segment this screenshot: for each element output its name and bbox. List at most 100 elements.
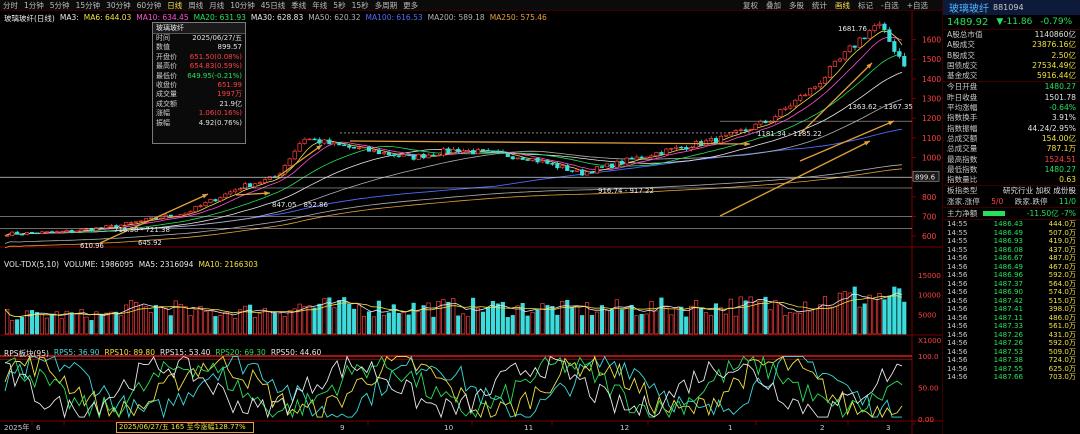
volume-bar bbox=[471, 297, 476, 335]
volume-bar bbox=[649, 300, 654, 335]
volume-bar bbox=[371, 316, 377, 335]
volume-bar bbox=[401, 312, 406, 335]
chart-action-button[interactable]: +自选 bbox=[903, 0, 932, 11]
volume-bar bbox=[297, 303, 302, 335]
legend-ma30: MA30: 628.83 bbox=[250, 13, 304, 22]
volume-bar bbox=[604, 310, 609, 335]
period-tab[interactable]: 多周期 bbox=[372, 0, 401, 11]
candle-body bbox=[307, 138, 312, 141]
candle-body bbox=[24, 232, 30, 235]
candle-body bbox=[109, 225, 114, 227]
candle-body bbox=[252, 183, 258, 187]
market-stat-row: 基金成交 5916.44亿 bbox=[943, 71, 1080, 81]
popup-value: 1.06(0.16%) bbox=[198, 109, 242, 118]
candle-body bbox=[198, 205, 203, 207]
period-tab[interactable]: 15秒 bbox=[349, 0, 372, 11]
volume-bar bbox=[837, 292, 842, 335]
chart-action-button[interactable]: -自选 bbox=[877, 0, 903, 11]
volume-bar bbox=[312, 307, 317, 335]
chart-action-button[interactable]: 多股 bbox=[785, 0, 808, 11]
period-tab[interactable]: 更多 bbox=[400, 0, 421, 11]
period-tab[interactable]: 月线 bbox=[206, 0, 227, 11]
volume-bar bbox=[148, 312, 154, 335]
volume-bar bbox=[143, 306, 149, 335]
quote-row: 最高指数 1524.51 bbox=[943, 155, 1080, 165]
candle-body bbox=[44, 231, 49, 233]
popup-row: 振幅 4.92(0.76%) bbox=[153, 119, 245, 128]
candle-body bbox=[540, 160, 545, 163]
candle-body bbox=[525, 159, 530, 161]
kline-chart[interactable]: 1600150014001300120011001000900800700600… bbox=[0, 11, 942, 434]
volume-bar bbox=[743, 300, 748, 335]
volume-bar bbox=[857, 306, 862, 335]
range-label: 916.74 - 917.22 bbox=[598, 187, 654, 195]
candle-body bbox=[411, 154, 416, 160]
candle-body bbox=[158, 217, 163, 220]
period-tabs: 分时 1分钟 5分钟 15分钟 30分钟 60分钟 日线 周线 月线 10分钟 45日线 季线 年线 5秒… bbox=[0, 0, 421, 11]
candle-body bbox=[708, 138, 714, 142]
legend-ma250: MA250: 575.46 bbox=[489, 13, 547, 22]
volume-bar bbox=[624, 307, 629, 335]
high-label: 1681.76 bbox=[838, 25, 867, 33]
volume-bar bbox=[788, 312, 793, 335]
period-tab[interactable]: 分时 bbox=[0, 0, 21, 11]
volume-bar bbox=[882, 299, 887, 335]
period-tab[interactable]: 15分钟 bbox=[73, 0, 104, 11]
candle-body bbox=[475, 149, 481, 155]
popup-key: 振幅 bbox=[156, 118, 170, 127]
candle-body bbox=[376, 149, 382, 155]
volume-bar bbox=[223, 311, 228, 335]
popup-value: 4.92(0.76%) bbox=[198, 118, 242, 127]
panel-title: 玻璃玻纤 881094 bbox=[943, 0, 1080, 15]
period-tab[interactable]: 周线 bbox=[185, 0, 206, 11]
candle-body bbox=[138, 220, 144, 223]
stat-label: 最低指数 bbox=[947, 164, 978, 174]
volume-bar bbox=[461, 313, 466, 335]
stat-label: 指数振幅 bbox=[947, 123, 978, 133]
price-tick-label: 1000 bbox=[922, 154, 941, 163]
candle-body bbox=[847, 45, 852, 52]
volume-bar bbox=[589, 315, 595, 335]
stat-value: 0.63 bbox=[1059, 175, 1076, 185]
volume-bar bbox=[827, 306, 833, 335]
volume-bar bbox=[163, 308, 168, 335]
volume-bar bbox=[733, 315, 738, 335]
period-tab[interactable]: 年线 bbox=[309, 0, 330, 11]
tick-list[interactable]: 14:55 1486.43 444.0万 14:55 1486.49 507.0万 14:5… bbox=[943, 220, 1080, 382]
volume-bar bbox=[109, 311, 114, 335]
period-tab[interactable]: 1分钟 bbox=[21, 0, 47, 11]
chart-action-button[interactable]: 叠加 bbox=[762, 0, 785, 11]
chart-canvas[interactable]: 1600150014001300120011001000900800700600… bbox=[0, 11, 942, 434]
candle-body bbox=[371, 149, 377, 152]
chart-action-button[interactable]: 画线 bbox=[831, 0, 854, 11]
chart-action-button[interactable]: 复权 bbox=[739, 0, 762, 11]
period-tab[interactable]: 日线 bbox=[164, 0, 185, 11]
volume-bar bbox=[10, 320, 15, 335]
last-price: 1489.92 bbox=[947, 16, 989, 28]
volume-bar bbox=[89, 320, 94, 335]
volume-bar bbox=[247, 304, 253, 335]
chart-action-button[interactable]: 统计 bbox=[808, 0, 831, 11]
candle-body bbox=[748, 129, 753, 131]
period-tab[interactable]: 45日线 bbox=[258, 0, 289, 11]
period-tab[interactable]: 60分钟 bbox=[134, 0, 165, 11]
period-tab[interactable]: 季线 bbox=[288, 0, 309, 11]
candle-body bbox=[788, 105, 793, 109]
volume-bar bbox=[555, 314, 560, 335]
volume-bar bbox=[381, 314, 386, 335]
period-tab[interactable]: 10分钟 bbox=[227, 0, 258, 11]
period-tab[interactable]: 5秒 bbox=[330, 0, 348, 11]
volume-bar bbox=[366, 311, 372, 335]
candle-body bbox=[609, 163, 614, 168]
chart-action-button[interactable]: 标记 bbox=[854, 0, 877, 11]
stat-value: 1524.51 bbox=[1044, 154, 1076, 164]
legend-name: 玻璃玻纤(日线) bbox=[4, 14, 55, 23]
period-tab[interactable]: 5分钟 bbox=[47, 0, 73, 11]
legend-ma200: MA200: 589.18 bbox=[427, 13, 485, 22]
candle-body bbox=[694, 141, 699, 149]
stat-value: 2.50亿 bbox=[1051, 50, 1076, 60]
period-tab[interactable]: 30分钟 bbox=[103, 0, 134, 11]
volume-bar bbox=[406, 314, 411, 335]
date-tick-label: 2 bbox=[820, 423, 825, 432]
candle-body bbox=[535, 157, 540, 163]
